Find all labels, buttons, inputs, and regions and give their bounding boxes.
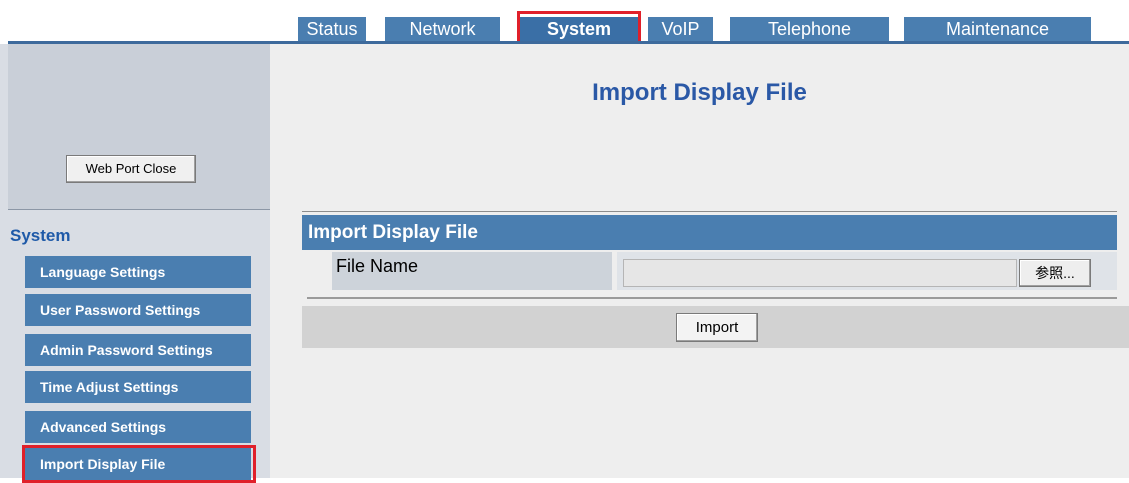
file-path-input[interactable] [623, 259, 1017, 287]
web-port-close-button[interactable]: Web Port Close [66, 155, 196, 183]
sidebar-divider [8, 209, 270, 210]
file-name-label: File Name [332, 252, 612, 290]
sidebar-top-panel [8, 44, 270, 210]
sidebar-item-time-adjust-settings[interactable]: Time Adjust Settings [25, 371, 251, 403]
tab-network[interactable]: Network [385, 17, 500, 41]
panel-header: Import Display File [302, 215, 1117, 250]
panel-top-divider [302, 211, 1117, 212]
panel-divider [307, 297, 1117, 299]
page-title: Import Display File [592, 79, 807, 106]
active-tab-highlight [517, 11, 641, 45]
sidebar-item-admin-password-settings[interactable]: Admin Password Settings [25, 334, 251, 366]
tab-maintenance[interactable]: Maintenance [904, 17, 1091, 41]
sidebar-item-advanced-settings[interactable]: Advanced Settings [25, 411, 251, 443]
tab-telephone[interactable]: Telephone [730, 17, 889, 41]
import-button[interactable]: Import [676, 313, 758, 342]
sidebar-item-language-settings[interactable]: Language Settings [25, 256, 251, 288]
active-sidebar-highlight [22, 445, 256, 483]
browse-button[interactable]: 参照... [1019, 259, 1091, 287]
tab-voip[interactable]: VoIP [648, 17, 713, 41]
tab-status[interactable]: Status [298, 17, 366, 41]
top-navigation: Status Network System VoIP Telephone Mai… [0, 0, 1129, 45]
sidebar-item-user-password-settings[interactable]: User Password Settings [25, 294, 251, 326]
sidebar-section-title: System [10, 226, 71, 245]
